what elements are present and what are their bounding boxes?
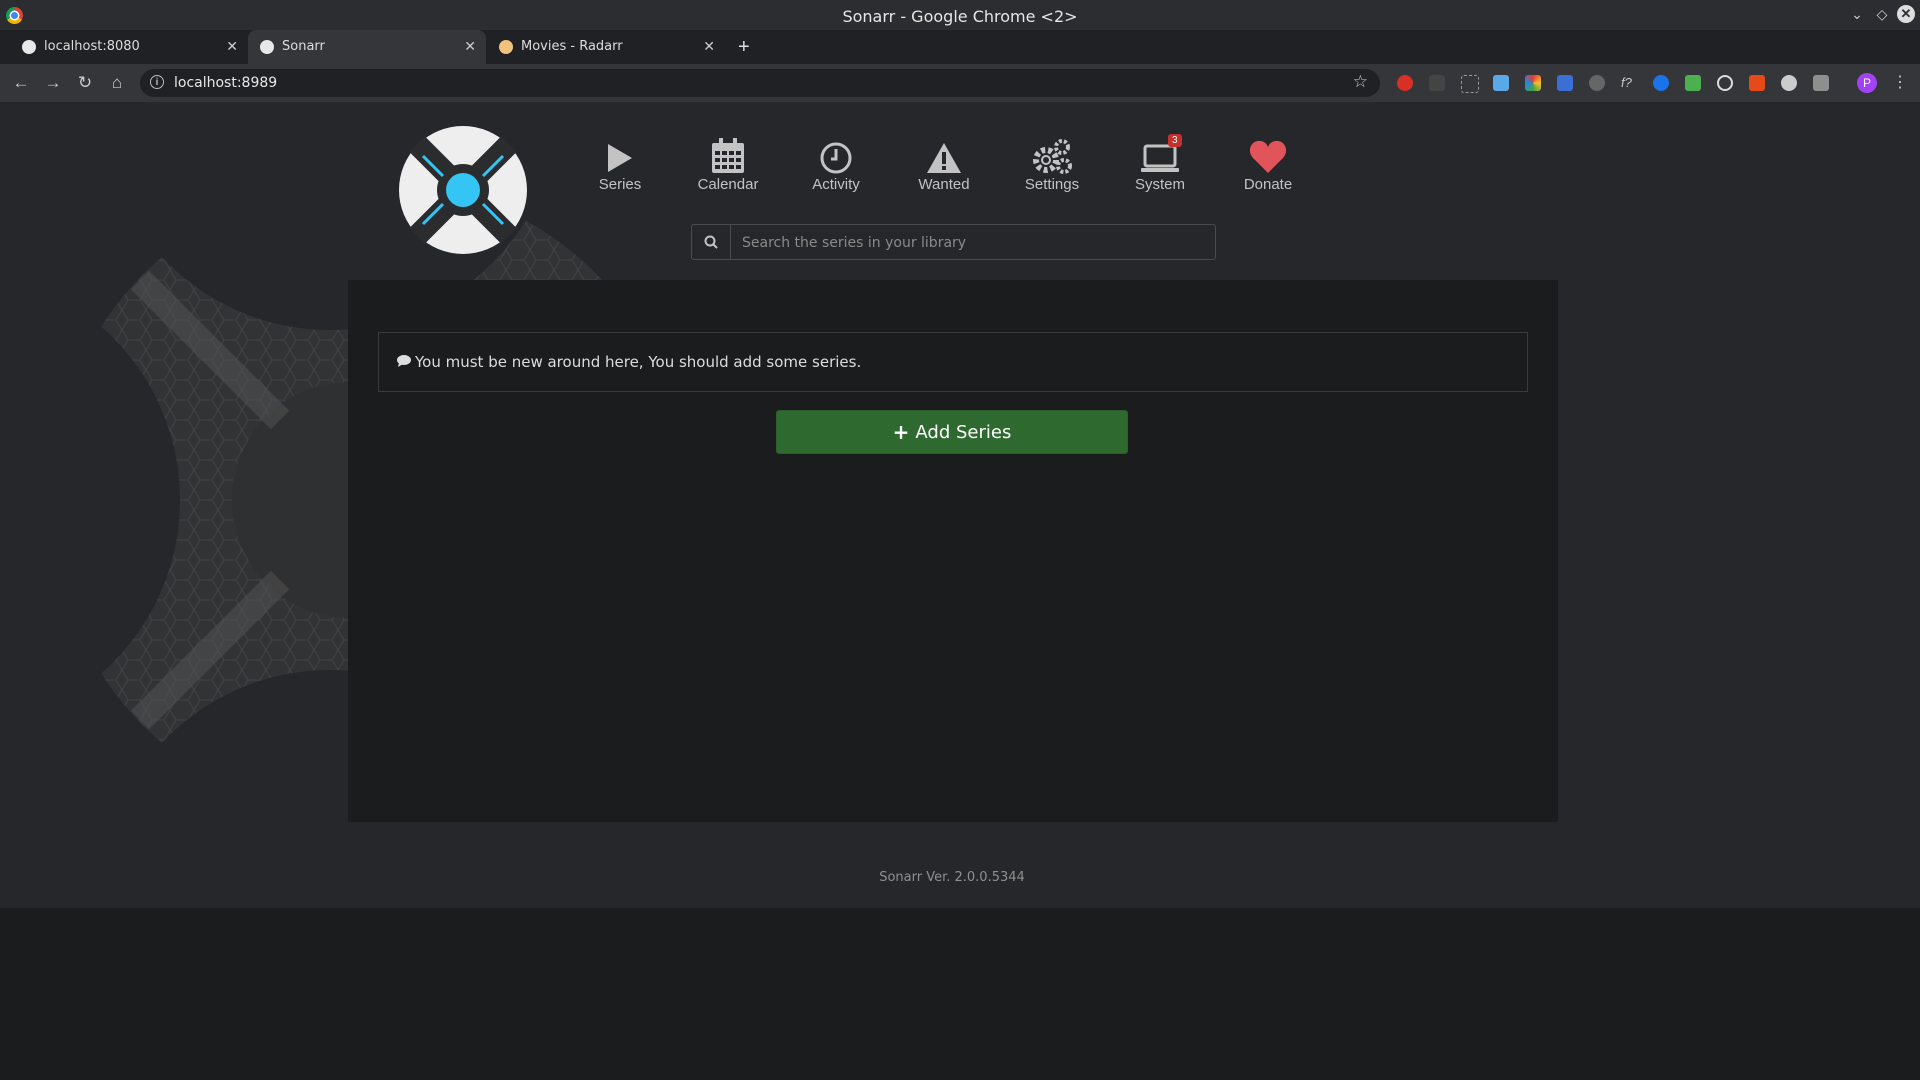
tab-sonarr[interactable]: Sonarr ✕ <box>248 30 486 64</box>
clock-icon <box>782 136 890 174</box>
nav-wanted[interactable]: Wanted <box>890 136 998 193</box>
extension-icon[interactable] <box>1781 75 1797 91</box>
screenshot-extension-icon[interactable] <box>1461 75 1479 93</box>
react-extension-icon[interactable] <box>1717 75 1733 91</box>
address-url[interactable]: localhost:8989 <box>174 75 277 91</box>
heart-icon <box>1214 136 1322 174</box>
radarr-favicon-icon <box>499 40 513 54</box>
close-tab-icon[interactable]: ✕ <box>703 38 715 55</box>
play-icon <box>566 136 674 174</box>
sonarr-logo[interactable] <box>399 126 527 254</box>
nav-settings[interactable]: Settings <box>998 136 1106 193</box>
laptop-icon <box>1106 136 1214 174</box>
extension-icon[interactable] <box>1429 75 1445 91</box>
browser-toolbar: ← → ↻ ⌂ i localhost:8989 ☆ f? P ⋮ <box>0 64 1920 102</box>
extension-icon[interactable] <box>1397 75 1413 91</box>
android-extension-icon[interactable] <box>1685 75 1701 91</box>
tab-localhost-8080[interactable]: localhost:8080 ✕ <box>10 30 248 64</box>
nav-system[interactable]: 3 System <box>1106 134 1214 193</box>
series-search <box>691 224 1216 261</box>
sonarr-favicon-icon <box>260 40 274 54</box>
profile-avatar[interactable]: P <box>1857 73 1877 93</box>
tab-label: Movies - Radarr <box>521 39 623 54</box>
close-window-icon[interactable]: ✕ <box>1897 5 1915 23</box>
globe-icon <box>22 40 36 54</box>
search-icon[interactable] <box>692 225 731 259</box>
color-extension-icon[interactable] <box>1525 75 1541 91</box>
close-tab-icon[interactable]: ✕ <box>464 38 476 55</box>
extension-icon[interactable] <box>1813 75 1829 91</box>
warning-icon <box>890 136 998 174</box>
nav-label: Activity <box>812 176 860 193</box>
back-icon[interactable]: ← <box>10 72 32 94</box>
version-footer: Sonarr Ver. 2.0.0.5344 <box>879 870 1025 885</box>
nav-donate[interactable]: Donate <box>1214 136 1322 193</box>
extension-icon[interactable] <box>1493 75 1509 91</box>
bookmark-star-icon[interactable]: ☆ <box>1353 72 1368 92</box>
gears-icon <box>998 136 1106 174</box>
address-bar[interactable]: i localhost:8989 ☆ <box>140 69 1380 97</box>
calendar-icon <box>674 136 782 174</box>
tab-label: Sonarr <box>282 39 325 54</box>
nav-calendar[interactable]: Calendar <box>674 136 782 193</box>
window-titlebar: Sonarr - Google Chrome <2> ⌄ ◇ ✕ <box>0 0 1920 30</box>
new-tab-button[interactable]: + <box>738 36 750 59</box>
nav-label: System <box>1134 176 1185 193</box>
add-series-label: Add Series <box>915 421 1012 443</box>
nav-label: Series <box>598 176 642 193</box>
tab-bar: localhost:8080 ✕ Sonarr ✕ Movies - Radar… <box>0 30 1920 64</box>
content-panel: You must be new around here, You should … <box>348 280 1558 822</box>
empty-message-text: You must be new around here, You should … <box>415 353 862 371</box>
tab-label: localhost:8080 <box>44 39 140 54</box>
tab-radarr[interactable]: Movies - Radarr ✕ <box>487 30 725 64</box>
nav-label: Calendar <box>697 176 759 193</box>
empty-series-alert: You must be new around here, You should … <box>378 332 1528 392</box>
empty-message-row: You must be new around here, You should … <box>397 353 861 371</box>
forward-icon[interactable]: → <box>42 72 64 94</box>
nav-label: Donate <box>1243 176 1293 193</box>
search-input[interactable] <box>732 225 1214 261</box>
extension-icon[interactable] <box>1749 75 1765 91</box>
site-info-icon[interactable]: i <box>150 75 164 89</box>
nav-label: Settings <box>1024 176 1080 193</box>
comment-icon <box>397 353 411 371</box>
system-badge: 3 <box>1168 134 1182 147</box>
window-title: Sonarr - Google Chrome <2> <box>842 7 1078 26</box>
chrome-menu-icon[interactable]: ⋮ <box>1892 72 1908 92</box>
function-extension-icon[interactable]: f? <box>1621 75 1637 91</box>
sonarr-page: Series Calendar Activity Wanted Settings… <box>0 102 1904 908</box>
close-tab-icon[interactable]: ✕ <box>226 38 238 55</box>
nav-label: Wanted <box>918 176 970 193</box>
maximize-icon[interactable]: ◇ <box>1873 5 1891 23</box>
home-icon[interactable]: ⌂ <box>106 72 128 94</box>
reload-icon[interactable]: ↻ <box>74 72 96 94</box>
add-series-button[interactable]: + Add Series <box>776 410 1128 454</box>
z-extension-icon[interactable] <box>1653 75 1669 91</box>
page-scrollbar[interactable] <box>1904 102 1920 908</box>
gear-extension-icon[interactable] <box>1589 75 1605 91</box>
plus-icon: + <box>892 420 910 444</box>
translate-extension-icon[interactable] <box>1557 75 1573 91</box>
page-bottom-area <box>0 908 1920 1080</box>
nav-series[interactable]: Series <box>566 136 674 193</box>
minimize-icon[interactable]: ⌄ <box>1848 5 1866 23</box>
nav-activity[interactable]: Activity <box>782 136 890 193</box>
